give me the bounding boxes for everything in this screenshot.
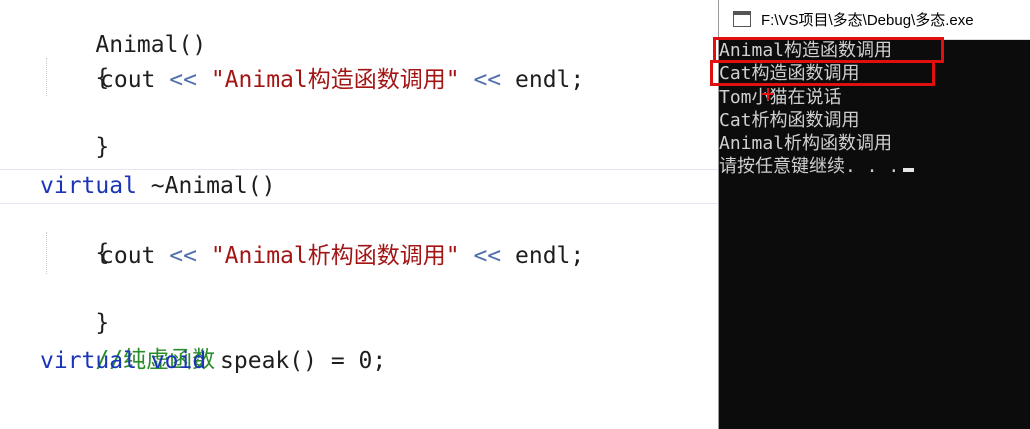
code-line-ctor-cout[interactable]: cout << "Animal构造函数调用" << endl; bbox=[100, 63, 584, 97]
text-cursor bbox=[903, 168, 915, 172]
ctor-signature: Animal() bbox=[95, 32, 207, 58]
stream-operator: << bbox=[169, 243, 197, 269]
endl-token: endl; bbox=[515, 243, 585, 269]
console-line: Tom小猫在说话 bbox=[719, 87, 842, 108]
stream-operator: << bbox=[473, 67, 502, 93]
highlight-box-cat-ctor bbox=[710, 60, 935, 86]
stream-operator: << bbox=[473, 243, 502, 269]
code-line-comment[interactable]: //纯虚函数 bbox=[40, 309, 215, 373]
code-line-dtor-cout[interactable]: cout << "Animal析构函数调用" << endl; bbox=[100, 239, 584, 273]
code-line-dtor[interactable]: virtual ~Animal() bbox=[40, 169, 275, 203]
console-line: Cat析构函数调用 bbox=[719, 110, 860, 131]
console-titlebar[interactable]: F:\VS项目\多态\Debug\多态.exe bbox=[719, 0, 1030, 40]
stream-operator: << bbox=[169, 67, 197, 93]
virtual-keyword: virtual bbox=[40, 348, 137, 374]
code-line-brace-open[interactable]: { bbox=[40, 202, 109, 266]
cout-token: cout bbox=[100, 243, 156, 269]
pure-virtual-decl: speak() = 0; bbox=[220, 348, 387, 374]
void-keyword: void bbox=[150, 348, 207, 374]
console-line: Animal析构函数调用 bbox=[719, 133, 893, 154]
mouse-cursor bbox=[762, 88, 774, 100]
console-title: F:\VS项目\多态\Debug\多态.exe bbox=[761, 12, 974, 29]
console-app-icon bbox=[733, 11, 751, 27]
code-line-brace-open[interactable]: { bbox=[40, 27, 109, 91]
console-prompt-line: 请按任意键继续. . . bbox=[719, 156, 915, 178]
continue-prompt: 请按任意键继续. . . bbox=[719, 156, 900, 177]
code-editor[interactable]: Animal() { cout << "Animal构造函数调用" << end… bbox=[0, 0, 718, 429]
code-line-pure-virtual[interactable]: virtual void speak() = 0; bbox=[40, 344, 386, 378]
virtual-keyword: virtual bbox=[40, 173, 137, 199]
code-line-brace-close[interactable]: } bbox=[40, 272, 109, 336]
code-line-brace-close[interactable]: } bbox=[40, 96, 109, 160]
ctor-string-literal: "Animal构造函数调用" bbox=[210, 67, 460, 93]
endl-token: endl; bbox=[515, 67, 585, 93]
dtor-string-literal: "Animal析构函数调用" bbox=[210, 243, 460, 269]
brace-close: } bbox=[95, 134, 110, 160]
code-line-ctor[interactable]: Animal() bbox=[40, 0, 206, 58]
cout-token: cout bbox=[100, 67, 156, 93]
dtor-signature: ~Animal() bbox=[150, 173, 276, 199]
